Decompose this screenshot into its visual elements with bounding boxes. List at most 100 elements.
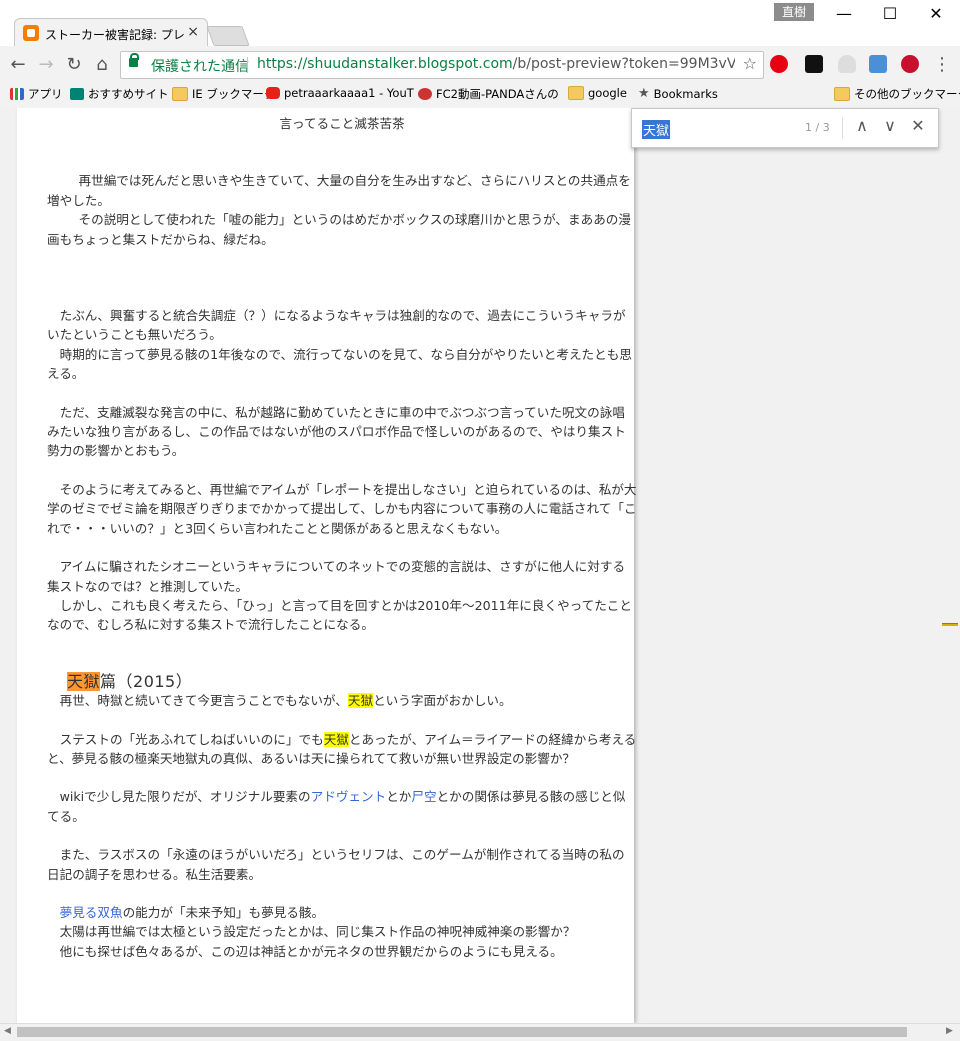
paragraph: たぶん、興奮すると統合失調症（？）になるようなキャラは独創的なので、過去にこうい… <box>47 308 626 343</box>
text-span: とか <box>386 789 412 805</box>
back-button[interactable]: ← <box>6 54 30 75</box>
find-close-button[interactable]: ✕ <box>907 116 929 135</box>
find-in-page-bar[interactable]: 天獄 1 / 3 ∧ ∨ ✕ <box>631 108 939 148</box>
scrollbar-find-marker <box>942 623 958 626</box>
bookmark-label: アプリ <box>28 87 63 101</box>
post-body: 言ってること滅茶苦茶 再世編では死んだと思いきや生きていて、大量の自分を生み出す… <box>47 108 637 961</box>
browser-toolbar: ← → ↻ ⌂ 保護された通信 https://shuudanstalker.b… <box>0 46 960 82</box>
youtube-icon <box>266 87 280 99</box>
link-advent[interactable]: アドヴェント <box>311 789 387 804</box>
scrollbar-thumb[interactable] <box>17 1027 907 1037</box>
paragraph: 夢見る双魚の能力が「未来予知」も夢見る骸。 <box>47 903 637 922</box>
bookmark-recommended[interactable]: おすすめサイト <box>70 86 169 102</box>
profile-button[interactable]: 直樹 <box>774 3 814 21</box>
extension-black-icon[interactable] <box>805 55 823 73</box>
title-bar: ストーカー被害記録: プレビュー × 直樹 — ☐ ✕ <box>0 0 960 47</box>
paragraph: しかし、これも良く考えたら、「ひっ」と言って目を回すとかは2010年～2011年… <box>47 597 632 633</box>
close-window-button[interactable]: ✕ <box>913 4 959 23</box>
bookmark-ie-folder[interactable]: IE ブックマーク <box>172 86 275 102</box>
minimize-button[interactable]: — <box>821 4 867 23</box>
paragraph: そのように考えてみると、再世編でアイムが「レポートを提出しなさい」と迫られている… <box>47 481 637 536</box>
tab-title: ストーカー被害記録: プレビュー <box>45 28 185 42</box>
paragraph: 再世編では死んだと思いきや生きていて、大量の自分を生み出すなど、さらにハリスとの… <box>47 173 631 208</box>
bookmark-fc2[interactable]: FC2動画-PANDAさんの <box>418 86 559 102</box>
extension-red-icon[interactable] <box>770 55 788 73</box>
lock-icon <box>129 53 139 67</box>
address-bar[interactable]: 保護された通信 https://shuudanstalker.blogspot.… <box>120 51 764 79</box>
find-match-current: 天獄 <box>67 671 101 691</box>
paragraph: 他にも探せば色々あるが、この辺は神話とかが元ネタの世界観だからのようにも見える。 <box>59 943 563 959</box>
link-yumemiru-sogyo[interactable]: 夢見る双魚 <box>60 905 123 920</box>
bookmark-apps[interactable]: アプリ <box>10 86 63 102</box>
new-tab-button[interactable] <box>206 26 250 46</box>
text-span: の能力が「未来予知」も夢見る骸。 <box>122 904 325 920</box>
star-icon: ★ <box>638 86 650 101</box>
paragraph: ただ、支離滅裂な発言の中に、私が越路に勤めていたときに車の中でぶつぶつ言っていた… <box>47 404 626 459</box>
find-input[interactable]: 天獄 <box>642 120 671 139</box>
url-text[interactable]: https://shuudanstalker.blogspot.com/b/po… <box>257 56 735 72</box>
forward-button[interactable]: → <box>34 54 58 75</box>
bookmark-label: FC2動画-PANDAさんの <box>436 87 559 101</box>
fc2-icon <box>418 88 432 100</box>
adblock-icon[interactable] <box>901 55 919 73</box>
bookmark-star-icon[interactable]: ☆ <box>743 54 757 73</box>
paragraph: また、ラスボスの「永遠のほうがいいだろ」というセリフは、このゲームが制作されてる… <box>47 847 625 882</box>
text-span: wikiで少し見た限りだが、オリジナル要素の <box>59 789 311 805</box>
find-match-count: 1 / 3 <box>805 121 830 134</box>
find-next-button[interactable]: ∨ <box>879 116 901 135</box>
heading-text: 篇（2015） <box>100 671 193 691</box>
folder-icon <box>568 86 584 100</box>
maximize-button[interactable]: ☐ <box>867 4 913 23</box>
paragraph: 時期的に言って夢見る骸の1年後なので、流行ってないのを見て、なら自分がやりたいと… <box>47 346 632 382</box>
omnibox-divider <box>247 57 248 73</box>
bookmark-bookmarks[interactable]: ★ Bookmarks <box>638 86 718 101</box>
post-preview-page: 言ってること滅茶苦茶 再世編では死んだと思いきや生きていて、大量の自分を生み出す… <box>17 108 637 1023</box>
bookmark-google-folder[interactable]: google <box>568 86 627 100</box>
find-match: 天獄 <box>347 693 374 709</box>
paragraph: その説明として使われた「嘘の能力」というのはめだかボックスの球磨川かと思うが、ま… <box>47 212 631 247</box>
paragraph: 再世、時獄と続いてきて今更言うことでもないが、天獄という字面がおかしい。 <box>47 691 637 710</box>
folder-icon <box>172 87 188 101</box>
paragraph: ステストの「光あふれてしねばいいのに」でも天獄とあったが、アイム＝ライアードの経… <box>47 730 637 769</box>
horizontal-scrollbar[interactable]: ◀ ▶ <box>0 1023 960 1041</box>
scroll-left-icon[interactable]: ◀ <box>4 1026 11 1036</box>
bookmark-label: petraaarkaaaa1 - YouT <box>284 86 414 100</box>
extension-translate-icon[interactable] <box>869 55 887 73</box>
paragraph: wikiで少し見た限りだが、オリジナル要素のアドヴェントとか尸空とかの関係は夢見… <box>47 787 637 826</box>
find-match: 天獄 <box>323 731 349 747</box>
url-host: https://shuudanstalker.blogspot.com <box>257 56 513 72</box>
menu-icon[interactable]: ⋮ <box>930 54 954 75</box>
bookmark-label: おすすめサイト <box>88 87 169 101</box>
reload-button[interactable]: ↻ <box>62 54 86 75</box>
browser-tab[interactable]: ストーカー被害記録: プレビュー × <box>14 18 208 47</box>
bookmarks-bar: アプリ おすすめサイト IE ブックマーク petraaarkaaaa1 - Y… <box>0 82 960 109</box>
bookmark-other-folder[interactable]: その他のブックマーク <box>834 86 960 102</box>
paragraph: アイムに騙されたシオニーというキャラについてのネットでの変態的言説は、さすがに他… <box>47 559 626 594</box>
home-button[interactable]: ⌂ <box>90 54 114 75</box>
tab-close-icon[interactable]: × <box>187 24 199 40</box>
scroll-right-icon[interactable]: ▶ <box>946 1026 953 1036</box>
security-label: 保護された通信 <box>151 59 249 75</box>
bookmark-label: Bookmarks <box>653 86 718 101</box>
blogger-favicon-icon <box>23 25 39 41</box>
bookmark-label: google <box>588 86 627 100</box>
link-shiku[interactable]: 尸空 <box>411 789 436 804</box>
find-previous-button[interactable]: ∧ <box>851 116 873 135</box>
bing-icon <box>70 88 84 100</box>
bookmark-label: その他のブックマーク <box>854 87 960 101</box>
bookmark-youtube[interactable]: petraaarkaaaa1 - YouT <box>266 86 414 100</box>
extension-shield-icon[interactable] <box>838 55 856 73</box>
text-span: という字面がおかしい。 <box>373 693 512 709</box>
find-divider <box>842 117 843 139</box>
text-span: ステストの「光あふれてしねばいいのに」でも <box>59 731 324 747</box>
page-viewport[interactable]: 言ってること滅茶苦茶 再世編では死んだと思いきや生きていて、大量の自分を生み出す… <box>0 108 960 1023</box>
